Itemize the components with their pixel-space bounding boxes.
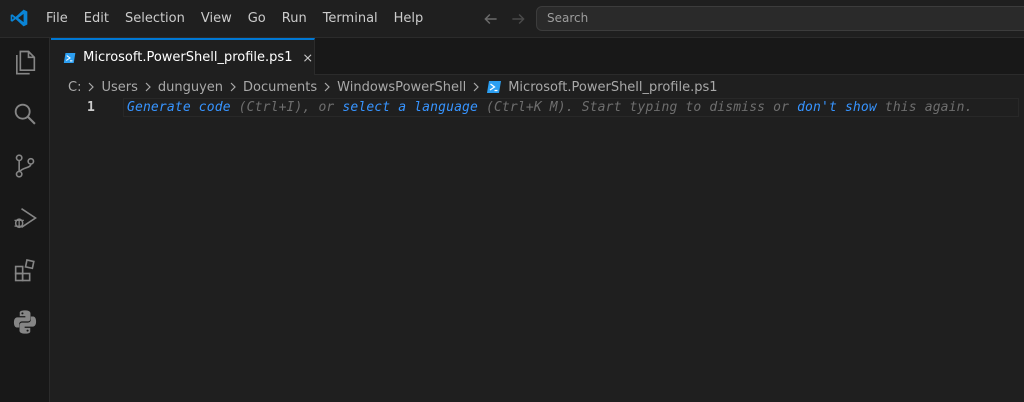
run-debug-icon[interactable]: [11, 204, 39, 232]
menu-bar: File Edit Selection View Go Run Terminal…: [38, 0, 431, 38]
breadcrumb-item-file[interactable]: Microsoft.PowerShell_profile.ps1: [508, 80, 717, 95]
generate-code-link[interactable]: Generate code: [127, 100, 231, 115]
menu-run[interactable]: Run: [274, 0, 315, 38]
arrow-right-icon[interactable]: [509, 10, 527, 28]
select-language-link[interactable]: select a language: [342, 100, 478, 115]
chevron-right-icon: [89, 82, 95, 92]
menu-edit[interactable]: Edit: [76, 0, 117, 38]
breadcrumb-item-drive[interactable]: C:: [68, 80, 81, 95]
editor-area[interactable]: 1 Generate code (Ctrl+I), or select a la…: [51, 98, 1024, 402]
hint-text-ctrl-k: (Ctrl+K M). Start typing to dismiss or: [478, 100, 798, 115]
breadcrumb-item-users[interactable]: Users: [101, 80, 137, 95]
menu-file[interactable]: File: [38, 0, 76, 38]
menu-help[interactable]: Help: [386, 0, 432, 38]
source-control-icon[interactable]: [11, 152, 39, 180]
menu-selection[interactable]: Selection: [117, 0, 193, 38]
hint-text-ctrl-i: (Ctrl+I), or: [230, 100, 343, 115]
tab-powershell-profile[interactable]: Microsoft.PowerShell_profile.ps1: [51, 38, 315, 75]
powershell-icon: [63, 52, 76, 63]
breadcrumb: C: Users dunguyen Documents WindowsPower…: [51, 76, 1024, 98]
chevron-right-icon: [230, 82, 236, 92]
line-number: 1: [87, 100, 95, 115]
chevron-right-icon: [145, 82, 151, 92]
chevron-right-icon: [473, 82, 480, 92]
arrow-left-icon[interactable]: [482, 10, 500, 28]
chevron-right-icon: [324, 82, 331, 92]
close-icon[interactable]: [302, 51, 314, 65]
python-icon[interactable]: [11, 308, 39, 336]
tab-label: Microsoft.PowerShell_profile.ps1: [83, 50, 293, 65]
activity-bar: [0, 38, 50, 402]
powershell-icon: [487, 81, 502, 93]
search-icon[interactable]: [11, 100, 39, 128]
dont-show-link[interactable]: don't show: [797, 100, 877, 115]
vscode-logo-icon: [10, 9, 28, 27]
menu-view[interactable]: View: [193, 0, 240, 38]
breadcrumb-item-user[interactable]: dunguyen: [158, 80, 223, 95]
extensions-icon[interactable]: [11, 256, 39, 284]
menu-go[interactable]: Go: [240, 0, 274, 38]
empty-editor-hint: Generate code (Ctrl+I), or select a lang…: [127, 98, 973, 117]
title-bar: File Edit Selection View Go Run Terminal…: [0, 0, 1024, 38]
tab-bar: Microsoft.PowerShell_profile.ps1: [51, 38, 1024, 75]
menu-terminal[interactable]: Terminal: [315, 0, 386, 38]
files-icon[interactable]: [11, 48, 39, 76]
hint-text-tail: this again.: [876, 100, 973, 115]
breadcrumb-item-documents[interactable]: Documents: [243, 80, 317, 95]
breadcrumb-item-windowspowershell[interactable]: WindowsPowerShell: [337, 80, 466, 95]
search-input[interactable]: Search: [536, 6, 1024, 31]
